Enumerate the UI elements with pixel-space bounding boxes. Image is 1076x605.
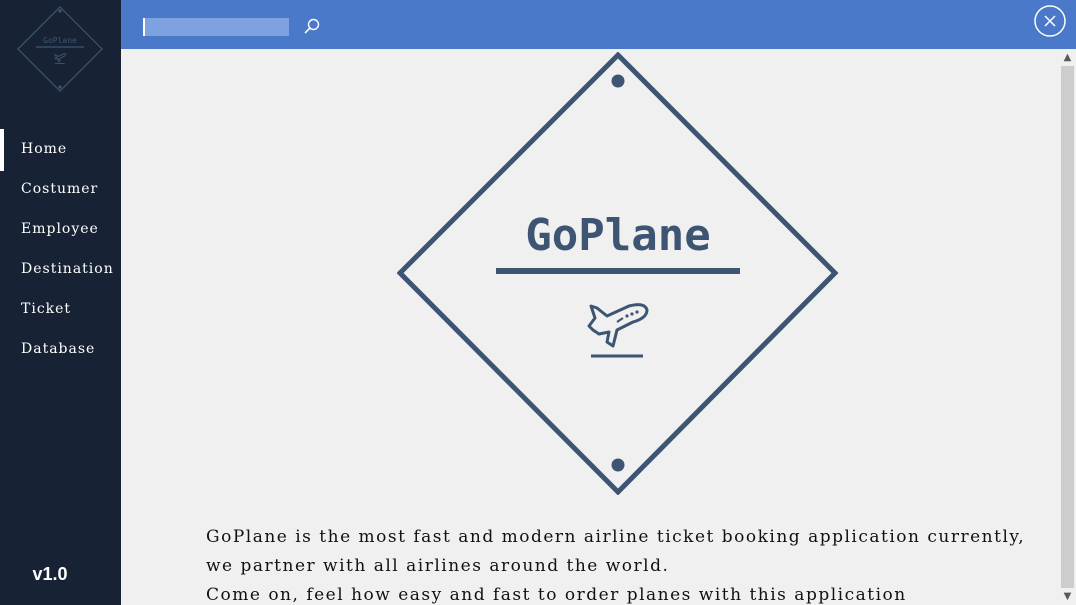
logo-title: GoPlane (525, 210, 710, 261)
scroll-down-arrow-icon[interactable]: ▼ (1059, 588, 1076, 605)
app-window: GoPlane Home Costumer Employee Destinati… (0, 0, 1076, 605)
airplane-icon (587, 303, 649, 358)
description-line: GoPlane is the most fast and modern airl… (206, 527, 1026, 547)
sidebar-item-database[interactable]: Database (0, 329, 121, 369)
description-line: Come on, feel how easy and fast to order… (206, 585, 907, 605)
scroll-up-arrow-icon[interactable]: ▲ (1059, 49, 1076, 66)
sidebar-logo-text: GoPlane (43, 36, 77, 45)
description-line: we partner with all airlines around the … (206, 556, 670, 576)
search-icon[interactable] (303, 17, 321, 35)
main-content: GoPlane GoPlane is the most fast and mod… (121, 49, 1059, 605)
sidebar-item-employee[interactable]: Employee (0, 209, 121, 249)
sidebar-item-destination[interactable]: Destination (0, 249, 121, 289)
sidebar-item-costumer[interactable]: Costumer (0, 169, 121, 209)
sidebar-item-home[interactable]: Home (0, 129, 121, 171)
sidebar-nav: Home Costumer Employee Destination Ticke… (0, 129, 121, 369)
topbar (121, 0, 1076, 49)
sidebar: GoPlane Home Costumer Employee Destinati… (0, 0, 121, 605)
search-input[interactable] (143, 18, 289, 36)
vertical-scrollbar[interactable]: ▲ ▼ (1059, 49, 1076, 605)
scroll-thumb[interactable] (1061, 66, 1074, 588)
sidebar-logo-airplane-icon (53, 52, 67, 65)
app-description: GoPlane is the most fast and modern airl… (206, 523, 1056, 605)
goplane-logo: GoPlane (397, 52, 839, 495)
version-label: v1.0 (32, 564, 68, 584)
close-icon[interactable] (1034, 5, 1066, 37)
sidebar-logo: GoPlane (17, 6, 103, 92)
sidebar-item-ticket[interactable]: Ticket (0, 289, 121, 329)
